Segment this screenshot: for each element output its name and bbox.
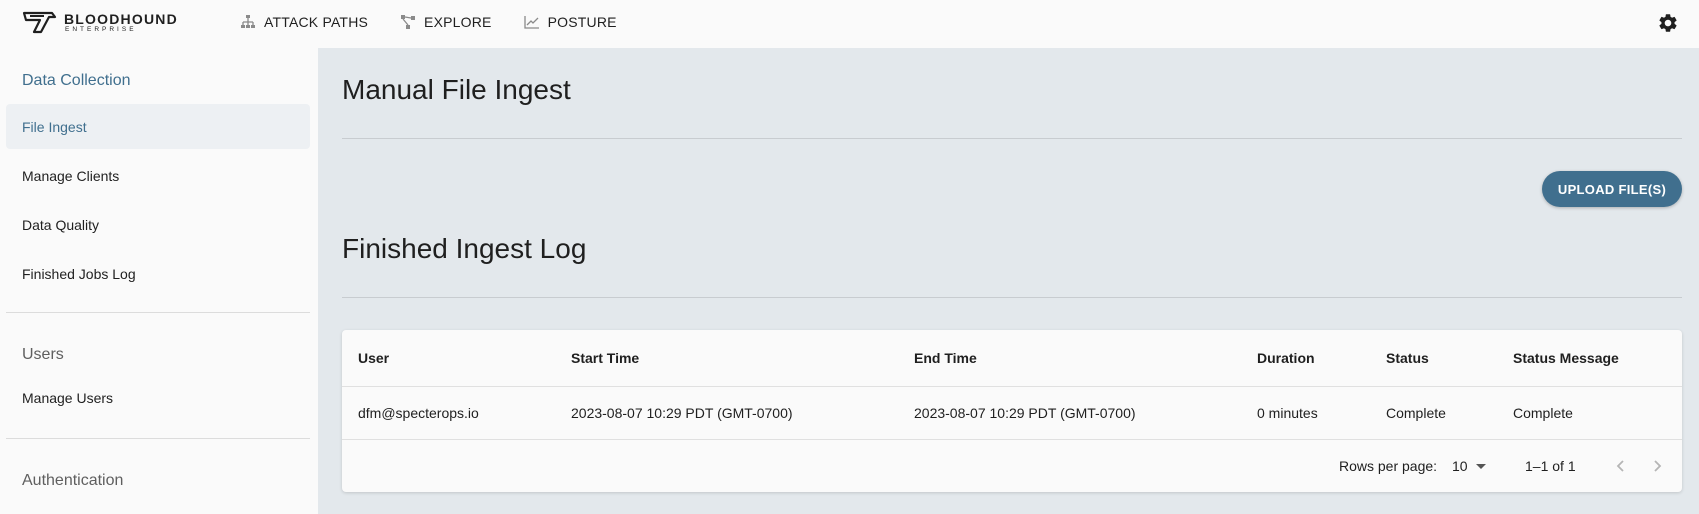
main-content: Manual File Ingest UPLOAD FILE(S) Finish… [318, 48, 1699, 514]
next-page-button[interactable] [1645, 454, 1669, 478]
sidebar-item-file-ingest[interactable]: File Ingest [6, 104, 310, 149]
nav-attack-paths[interactable]: ATTACK PATHS [240, 14, 368, 30]
sidebar-item-manage-clients[interactable]: Manage Clients [6, 153, 310, 198]
cell-status: Complete [1386, 405, 1446, 421]
rows-per-page-select[interactable]: 10 [1452, 440, 1488, 492]
trend-chart-icon [523, 16, 539, 29]
nav-posture[interactable]: POSTURE [523, 14, 617, 30]
sidebar-item-manage-users[interactable]: Manage Users [6, 375, 310, 420]
sidebar-section-authentication: Authentication [22, 472, 124, 489]
table-pagination: Rows per page: 10 1–1 of 1 [342, 440, 1682, 492]
hierarchy-icon [241, 15, 255, 28]
page-title: Manual File Ingest [342, 74, 571, 105]
cell-status-message: Complete [1513, 405, 1573, 421]
column-header-user[interactable]: User [358, 330, 389, 386]
nav-label: ATTACK PATHS [264, 14, 369, 30]
sidebar-section-users: Users [22, 346, 64, 363]
top-bar: BLOODHOUND ENTERPRISE ATTACK PATHS EXPLO… [0, 0, 1699, 48]
logo-text: BLOODHOUND [64, 11, 178, 28]
cell-start-time: 2023-08-07 10:29 PDT (GMT-0700) [571, 405, 793, 421]
section-title: Finished Ingest Log [342, 233, 587, 264]
logo-subtext: ENTERPRISE [65, 26, 137, 34]
cell-duration: 0 minutes [1257, 405, 1318, 421]
sidebar-item-finished-jobs-log[interactable]: Finished Jobs Log [6, 251, 310, 296]
sidebar: Data Collection File Ingest Manage Clien… [0, 48, 318, 514]
rows-per-page-label: Rows per page: [1339, 458, 1438, 474]
column-header-end-time[interactable]: End Time [914, 330, 977, 386]
sidebar-item-data-quality[interactable]: Data Quality [6, 202, 310, 247]
upload-files-button[interactable]: UPLOAD FILE(S) [1542, 171, 1682, 207]
title-divider [342, 138, 1682, 139]
bloodhound-logo-icon [22, 11, 57, 34]
prev-page-button[interactable] [1609, 454, 1633, 478]
caret-down-icon [1475, 464, 1486, 469]
ingest-log-table: User Start Time End Time Duration Status… [342, 330, 1682, 492]
cell-end-time: 2023-08-07 10:29 PDT (GMT-0700) [914, 405, 1136, 421]
chevron-left-icon [1616, 460, 1624, 472]
table-row[interactable]: dfm@specterops.io 2023-08-07 10:29 PDT (… [342, 387, 1682, 440]
pagination-range: 1–1 of 1 [1525, 458, 1576, 474]
table-header: User Start Time End Time Duration Status… [342, 330, 1682, 387]
nav-label: POSTURE [547, 14, 617, 30]
nav-explore[interactable]: EXPLORE [400, 14, 492, 30]
chevron-right-icon [1654, 460, 1662, 472]
column-header-status-message[interactable]: Status Message [1513, 330, 1619, 386]
sidebar-divider [6, 438, 310, 439]
gear-icon[interactable] [1657, 12, 1679, 34]
graph-nodes-icon [401, 15, 416, 29]
logo[interactable]: BLOODHOUND ENTERPRISE [22, 10, 178, 36]
section-divider [342, 297, 1682, 298]
rows-per-page-value: 10 [1452, 458, 1468, 474]
column-header-status[interactable]: Status [1386, 330, 1429, 386]
sidebar-divider [6, 312, 310, 313]
column-header-start-time[interactable]: Start Time [571, 330, 639, 386]
cell-user: dfm@specterops.io [358, 405, 479, 421]
column-header-duration[interactable]: Duration [1257, 330, 1315, 386]
sidebar-section-data-collection: Data Collection [22, 72, 131, 89]
nav-label: EXPLORE [424, 14, 492, 30]
main-nav: ATTACK PATHS EXPLORE POSTURE [240, 0, 649, 44]
